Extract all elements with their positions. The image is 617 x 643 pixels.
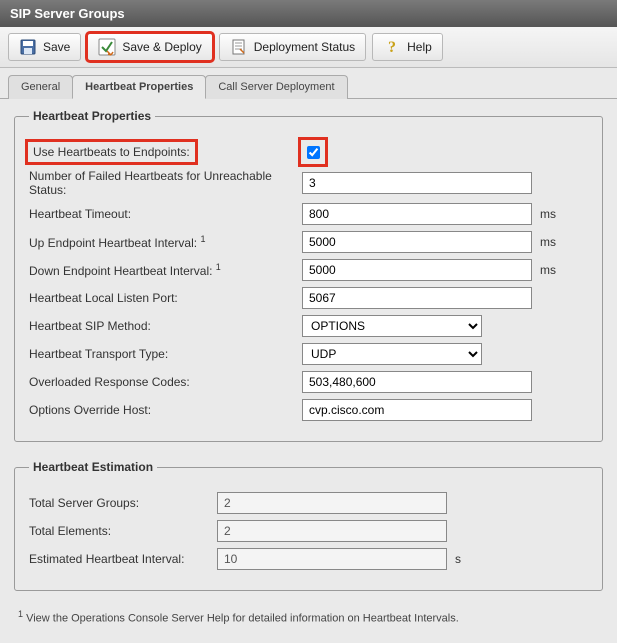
help-button[interactable]: ? Help (372, 33, 443, 61)
save-button[interactable]: Save (8, 33, 81, 61)
sip-method-label: Heartbeat SIP Method: (29, 319, 294, 333)
down-interval-input[interactable] (302, 259, 532, 281)
tab-panel: Heartbeat Properties Use Heartbeats to E… (0, 99, 617, 643)
help-label: Help (407, 40, 432, 54)
footnote: 1 View the Operations Console Server Hel… (14, 609, 603, 625)
deployment-status-button[interactable]: Deployment Status (219, 33, 366, 61)
save-deploy-button[interactable]: Save & Deploy (87, 33, 212, 61)
window-title: SIP Server Groups (0, 0, 617, 27)
save-label: Save (43, 40, 70, 54)
override-host-label: Options Override Host: (29, 403, 294, 417)
transport-type-select[interactable]: UDP (302, 343, 482, 365)
tab-heartbeat-properties[interactable]: Heartbeat Properties (72, 75, 206, 99)
heartbeat-properties-group: Heartbeat Properties Use Heartbeats to E… (14, 109, 603, 442)
help-icon: ? (383, 38, 401, 56)
failed-heartbeats-label: Number of Failed Heartbeats for Unreacha… (29, 169, 294, 197)
heartbeat-estimation-legend: Heartbeat Estimation (29, 460, 157, 474)
total-groups-label: Total Server Groups: (29, 496, 209, 510)
tab-strip: General Heartbeat Properties Call Server… (0, 68, 617, 99)
up-interval-input[interactable] (302, 231, 532, 253)
total-elements-value (217, 520, 447, 542)
unit-ms: ms (540, 263, 556, 277)
transport-type-label: Heartbeat Transport Type: (29, 347, 294, 361)
use-heartbeats-checkbox[interactable] (307, 146, 320, 159)
use-heartbeats-label: Use Heartbeats to Endpoints: (29, 143, 194, 161)
deployment-status-label: Deployment Status (254, 40, 355, 54)
heartbeat-timeout-input[interactable] (302, 203, 532, 225)
down-interval-label: Down Endpoint Heartbeat Interval: 1 (29, 262, 294, 278)
unit-ms: ms (540, 235, 556, 249)
overloaded-codes-label: Overloaded Response Codes: (29, 375, 294, 389)
heartbeat-timeout-label: Heartbeat Timeout: (29, 207, 294, 221)
save-icon (19, 38, 37, 56)
overloaded-codes-input[interactable] (302, 371, 532, 393)
total-elements-label: Total Elements: (29, 524, 209, 538)
estimated-interval-label: Estimated Heartbeat Interval: (29, 552, 209, 566)
override-host-input[interactable] (302, 399, 532, 421)
heartbeat-properties-legend: Heartbeat Properties (29, 109, 155, 123)
up-interval-label: Up Endpoint Heartbeat Interval: 1 (29, 234, 294, 250)
toolbar: Save Save & Deploy Deployment Status ? H… (0, 27, 617, 68)
total-groups-value (217, 492, 447, 514)
unit-s: s (455, 552, 461, 566)
svg-text:?: ? (388, 39, 396, 56)
sip-method-select[interactable]: OPTIONS (302, 315, 482, 337)
save-deploy-icon (98, 38, 116, 56)
tab-call-server-deployment[interactable]: Call Server Deployment (205, 75, 347, 99)
unit-ms: ms (540, 207, 556, 221)
listen-port-input[interactable] (302, 287, 532, 309)
listen-port-label: Heartbeat Local Listen Port: (29, 291, 294, 305)
save-deploy-label: Save & Deploy (122, 40, 201, 54)
failed-heartbeats-input[interactable] (302, 172, 532, 194)
heartbeat-estimation-group: Heartbeat Estimation Total Server Groups… (14, 460, 603, 591)
document-icon (230, 38, 248, 56)
tab-general[interactable]: General (8, 75, 73, 99)
